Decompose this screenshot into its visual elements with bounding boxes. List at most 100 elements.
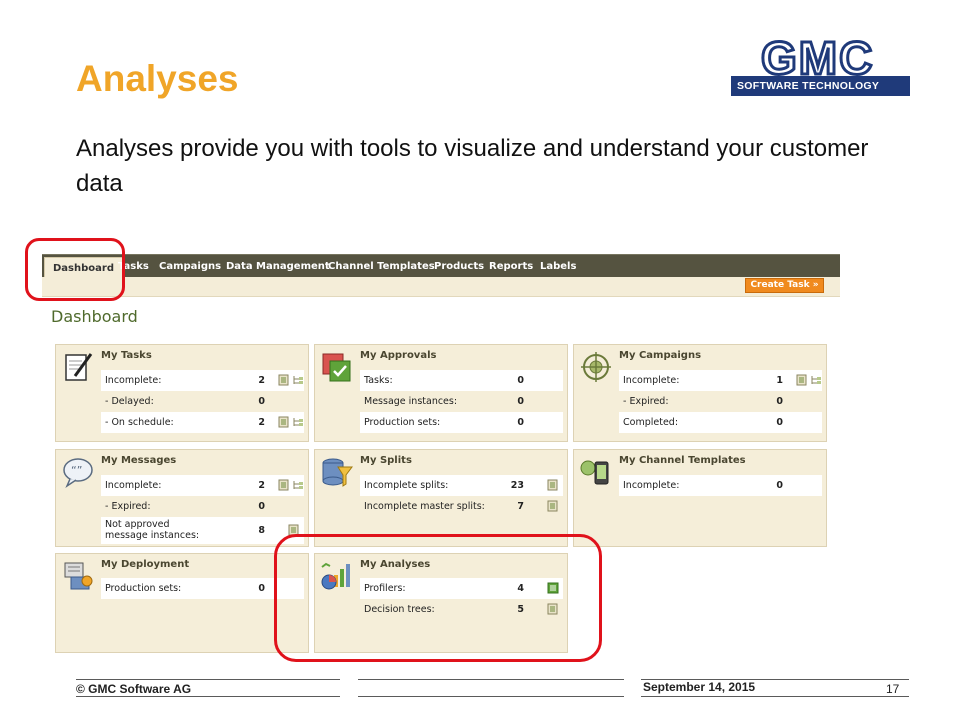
list-icon[interactable] — [796, 374, 808, 386]
row-value[interactable]: 0 — [510, 375, 524, 386]
create-task-button[interactable]: Create Task » — [745, 278, 824, 293]
list-item: Tasks: 0 — [360, 370, 563, 391]
page-number: 17 — [886, 682, 900, 696]
list-item: Message instances: 0 — [360, 391, 563, 412]
widget-title[interactable]: My Messages — [101, 455, 176, 466]
list-item: Incomplete: 0 — [619, 475, 822, 496]
slide-title: Analyses — [76, 58, 239, 99]
row-label[interactable]: Incomplete: — [623, 375, 773, 386]
widget-my-channel-templates: My Channel Templates Incomplete: 0 — [573, 449, 827, 547]
widget-my-campaigns: My Campaigns Incomplete: 1 - Expired: 0 … — [573, 344, 827, 442]
main-navbar: Dashboard Tasks Campaigns Data Managemen… — [42, 254, 840, 280]
row-label[interactable]: Production sets: — [105, 583, 255, 594]
row-value[interactable]: 0 — [510, 396, 524, 407]
slide-subtitle: Analyses provide you with tools to visua… — [76, 135, 869, 197]
list-item: Not approved message instances: 8 — [101, 517, 304, 544]
footer-divider — [641, 696, 909, 697]
row-label[interactable]: Incomplete: — [105, 480, 255, 491]
widget-title[interactable]: My Splits — [360, 455, 412, 466]
tab-campaigns[interactable]: Campaigns — [159, 255, 221, 278]
footer-date: September 14, 2015 — [643, 680, 756, 694]
campaign-target-icon — [581, 352, 611, 382]
list-item: Incomplete master splits: 7 — [360, 496, 563, 517]
row-value[interactable]: 2 — [251, 375, 265, 386]
row-value[interactable]: 0 — [510, 417, 524, 428]
row-label[interactable]: - Expired: — [623, 396, 773, 407]
row-value[interactable]: 0 — [769, 396, 783, 407]
row-value[interactable]: 0 — [251, 501, 265, 512]
list-item: Incomplete: 2 — [101, 370, 304, 391]
gmc-logo-letters: GMC — [761, 38, 874, 78]
row-label[interactable]: Message instances: — [364, 396, 514, 407]
row-value[interactable]: 23 — [510, 480, 524, 491]
row-label[interactable]: - Delayed: — [105, 396, 255, 407]
tab-data-management[interactable]: Data Management — [226, 255, 330, 278]
list-item: - Expired: 0 — [101, 496, 304, 517]
database-filter-icon — [322, 458, 353, 487]
tree-icon[interactable] — [292, 416, 304, 428]
notepad-pencil-icon — [65, 353, 93, 381]
footer-divider — [76, 679, 340, 680]
row-label[interactable]: Incomplete splits: — [364, 480, 514, 491]
row-value[interactable]: 0 — [251, 396, 265, 407]
row-value[interactable]: 7 — [510, 501, 524, 512]
gmc-logo-tagline-bar: SOFTWARE TECHNOLOGY — [731, 76, 910, 96]
tree-icon[interactable] — [810, 374, 822, 386]
widget-my-deployment: My Deployment Production sets: 0 — [55, 553, 309, 653]
list-item: - Delayed: 0 — [101, 391, 304, 412]
list-icon[interactable] — [278, 374, 290, 386]
list-icon[interactable] — [278, 479, 290, 491]
row-label[interactable]: Tasks: — [364, 375, 514, 386]
row-value[interactable]: 2 — [251, 417, 265, 428]
row-value[interactable]: 0 — [769, 417, 783, 428]
footer-divider — [358, 696, 624, 697]
list-item: Completed: 0 — [619, 412, 822, 433]
list-item: Incomplete: 2 — [101, 475, 304, 496]
gmc-logo: GMC SOFTWARE TECHNOLOGY — [731, 38, 921, 96]
tab-channel-templates[interactable]: Channel Templates — [328, 255, 435, 278]
deployment-icon — [64, 562, 93, 590]
row-label[interactable]: Incomplete: — [623, 480, 773, 491]
row-value[interactable]: 8 — [251, 525, 265, 536]
row-label[interactable]: - On schedule: — [105, 417, 255, 428]
widget-my-tasks: My Tasks Incomplete: 2 - Delayed: 0 - On… — [55, 344, 309, 442]
svg-text:GMC: GMC — [761, 38, 874, 78]
widget-title[interactable]: My Tasks — [101, 350, 152, 361]
row-value[interactable]: 0 — [769, 480, 783, 491]
tab-reports[interactable]: Reports — [489, 255, 533, 278]
row-label[interactable]: Completed: — [623, 417, 773, 428]
row-label[interactable]: Production sets: — [364, 417, 514, 428]
row-value[interactable]: 1 — [769, 375, 783, 386]
row-value[interactable]: 0 — [251, 583, 265, 594]
widget-my-approvals: My Approvals Tasks: 0 Message instances:… — [314, 344, 568, 442]
widget-title[interactable]: My Channel Templates — [619, 455, 746, 466]
list-icon[interactable] — [547, 500, 559, 512]
row-label[interactable]: - Expired: — [105, 501, 255, 512]
list-item: Incomplete: 1 — [619, 370, 822, 391]
list-item: Incomplete splits: 23 — [360, 475, 563, 496]
list-icon[interactable] — [278, 416, 290, 428]
row-value[interactable]: 2 — [251, 480, 265, 491]
toolbar — [42, 277, 840, 297]
widget-title[interactable]: My Approvals — [360, 350, 436, 361]
list-item: - Expired: 0 — [619, 391, 822, 412]
channel-devices-icon — [580, 460, 609, 485]
widget-my-splits: My Splits Incomplete splits: 23 Incomple… — [314, 449, 568, 547]
widget-my-messages: “” My Messages Incomplete: 2 - Expired: … — [55, 449, 309, 547]
row-label[interactable]: Incomplete master splits: — [364, 501, 514, 512]
widget-title[interactable]: My Campaigns — [619, 350, 701, 361]
list-icon[interactable] — [547, 479, 559, 491]
row-label[interactable]: Incomplete: — [105, 375, 255, 386]
row-label[interactable]: Not approved message instances: — [105, 519, 215, 541]
highlight-my-analyses — [274, 534, 602, 662]
tree-icon[interactable] — [292, 479, 304, 491]
gmc-logo-tagline: SOFTWARE TECHNOLOGY — [737, 80, 880, 92]
widget-title[interactable]: My Deployment — [101, 559, 189, 570]
svg-text:“”: “” — [71, 464, 82, 477]
tab-products[interactable]: Products — [434, 255, 484, 278]
list-item: Production sets: 0 — [360, 412, 563, 433]
tree-icon[interactable] — [292, 374, 304, 386]
footer-divider — [358, 679, 624, 680]
list-item: - On schedule: 2 — [101, 412, 304, 433]
tab-labels[interactable]: Labels — [540, 255, 576, 278]
